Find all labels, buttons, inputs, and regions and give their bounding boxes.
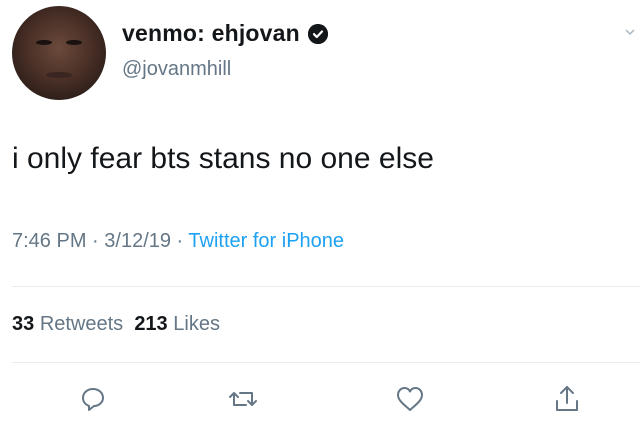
tweet-meta: 7:46 PM · 3/12/19 · Twitter for iPhone <box>12 230 344 253</box>
meta-separator: · <box>86 230 105 252</box>
avatar-mouth <box>46 72 72 78</box>
tweet-date: 3/12/19 <box>104 230 171 252</box>
author-handle[interactable]: @jovanmhill <box>122 58 231 81</box>
display-name[interactable]: venmo: ehjovan <box>122 20 300 47</box>
author-name-row[interactable]: venmo: ehjovan <box>122 20 328 47</box>
likes-count[interactable]: 213 <box>134 313 167 335</box>
reply-icon <box>82 388 104 411</box>
divider <box>12 286 640 287</box>
tweet-stats: 33 Retweets 213 Likes <box>12 313 220 336</box>
divider <box>12 362 640 363</box>
retweet-button[interactable] <box>228 384 258 414</box>
likes-label[interactable]: Likes <box>173 313 220 335</box>
tweet-text: i only fear bts stans no one else <box>12 142 434 175</box>
chevron-down-icon[interactable] <box>624 26 636 38</box>
retweets-label[interactable]: Retweets <box>40 313 123 335</box>
tweet-card: venmo: ehjovan @jovanmhill i only fear b… <box>0 0 640 425</box>
verified-check-icon <box>307 23 328 44</box>
share-icon <box>556 386 578 411</box>
verified-badge-icon <box>307 23 328 44</box>
retweet-icon <box>229 392 257 406</box>
share-button[interactable] <box>552 384 582 414</box>
meta-separator: · <box>171 230 189 252</box>
like-button[interactable] <box>395 384 425 414</box>
reply-button[interactable] <box>78 384 108 414</box>
like-icon <box>397 387 423 411</box>
tweet-source-link[interactable]: Twitter for iPhone <box>188 230 344 252</box>
avatar-eye-left <box>36 40 52 45</box>
avatar[interactable] <box>12 6 106 100</box>
tweet-time: 7:46 PM <box>12 230 87 252</box>
avatar-eye-right <box>66 40 82 45</box>
retweets-count[interactable]: 33 <box>12 313 34 335</box>
